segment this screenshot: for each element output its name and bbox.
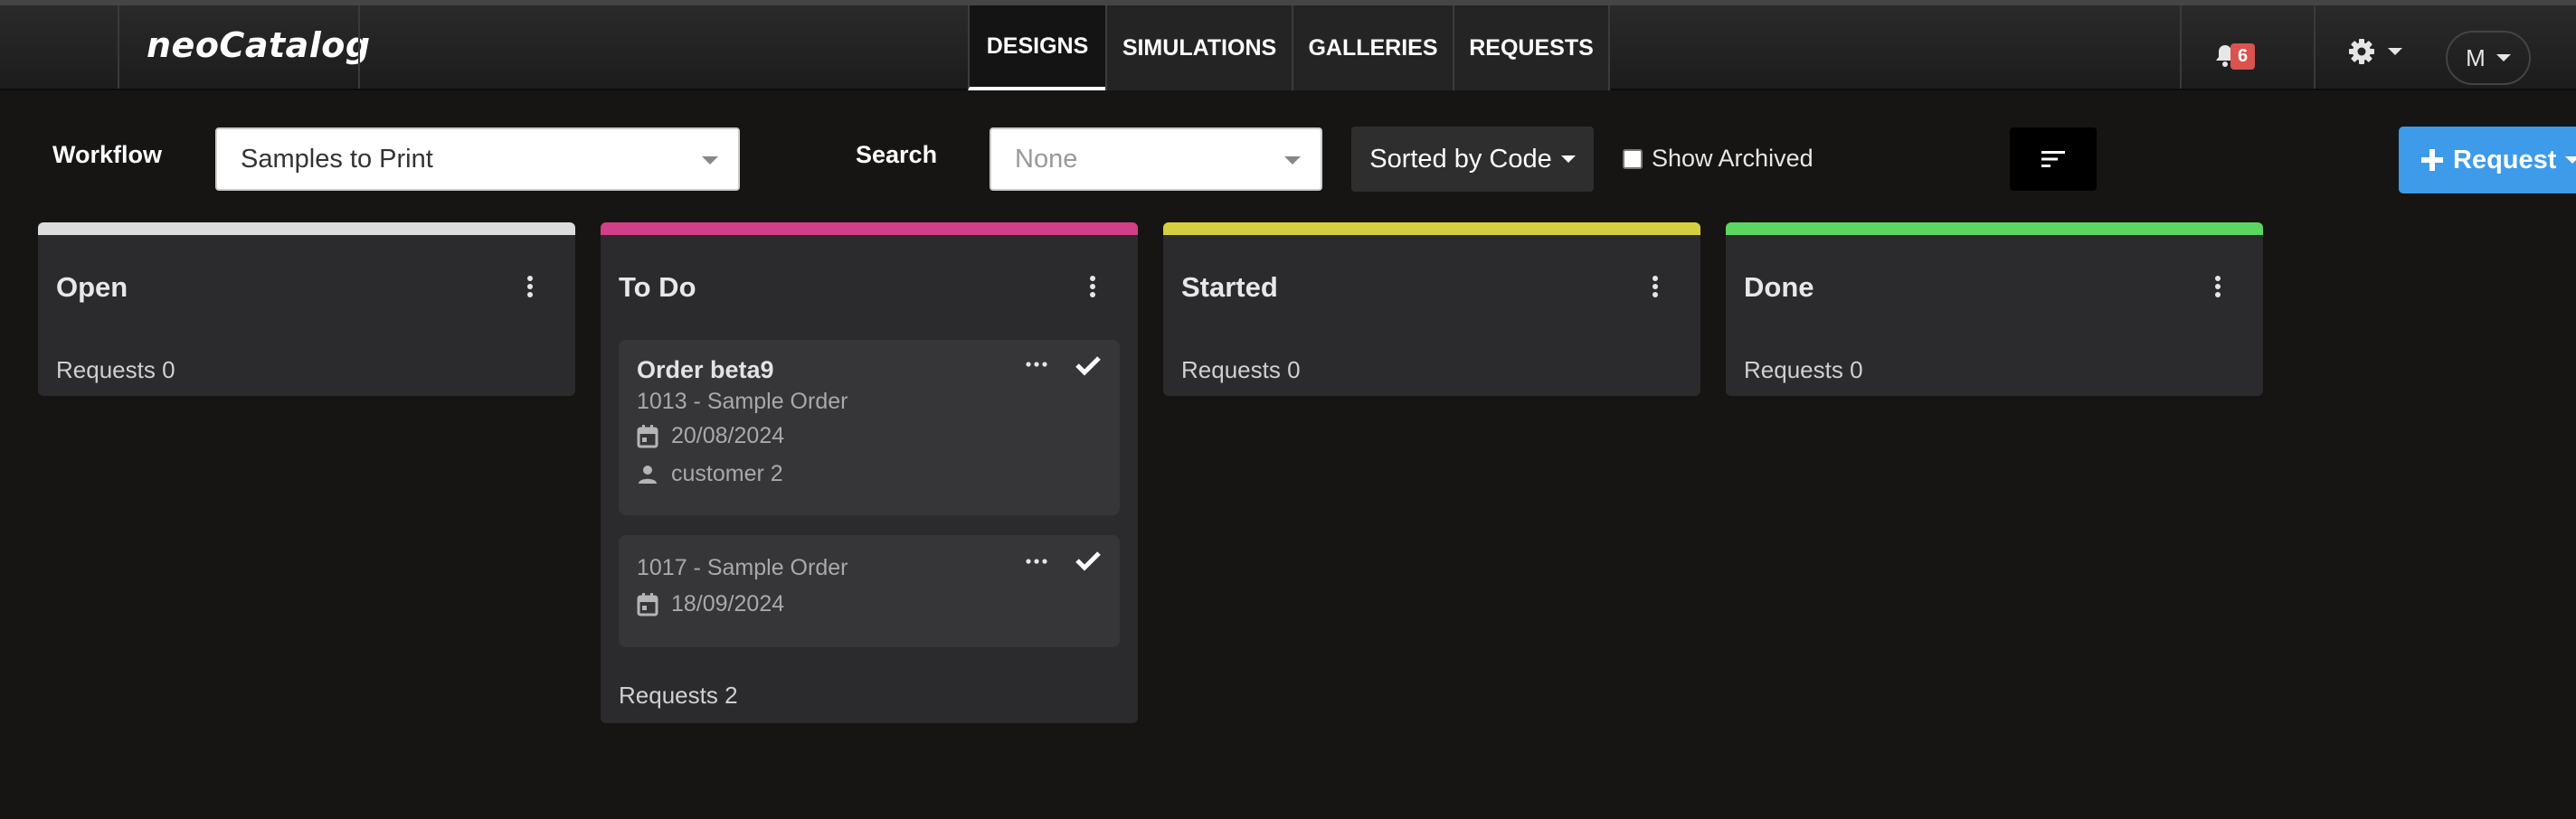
app-logo[interactable]: neoCatalog xyxy=(147,25,371,65)
more-vertical-icon[interactable] xyxy=(1652,275,1659,298)
add-request-button[interactable]: Request xyxy=(2399,127,2576,193)
nav-divider xyxy=(2180,5,2182,89)
column-color-bar xyxy=(601,222,1138,235)
column-request-count: Requests 0 xyxy=(1744,356,1863,383)
workflow-select[interactable]: Samples to Print xyxy=(215,127,740,191)
kanban-column-done: Done Requests 0 xyxy=(1726,222,2263,396)
kanban-column-todo: To Do Order beta9 1013 - Sample Order 20… xyxy=(601,222,1138,723)
request-card[interactable]: Order beta9 1013 - Sample Order 20/08/20… xyxy=(619,340,1120,515)
card-order-code: 1017 - Sample Order xyxy=(637,555,848,580)
search-select-value: None xyxy=(1015,144,1078,174)
column-request-count: Requests 2 xyxy=(619,682,738,709)
card-customer-row: customer 2 xyxy=(637,461,783,487)
card-title: Order beta9 xyxy=(637,356,774,383)
plus-icon xyxy=(2421,149,2443,171)
tab-label: SIMULATIONS xyxy=(1122,34,1277,61)
check-icon[interactable] xyxy=(1075,354,1102,376)
column-title: Started xyxy=(1181,271,1278,303)
card-date: 18/09/2024 xyxy=(671,591,785,617)
tab-label: REQUESTS xyxy=(1469,34,1594,61)
search-label: Search xyxy=(856,141,938,168)
tab-simulations[interactable]: SIMULATIONS xyxy=(1105,5,1292,90)
sort-dropdown-button[interactable]: Sorted by Code xyxy=(1351,127,1594,192)
chevron-down-icon xyxy=(702,156,718,165)
card-date: 20/08/2024 xyxy=(671,423,785,448)
column-color-bar xyxy=(38,222,575,235)
tab-requests[interactable]: REQUESTS xyxy=(1453,5,1610,90)
column-title: Open xyxy=(56,271,128,303)
workflow-select-value: Samples to Print xyxy=(241,144,433,174)
card-subtitle: 1017 - Sample Order xyxy=(637,555,848,581)
column-title: Done xyxy=(1744,271,1814,303)
column-title: To Do xyxy=(619,271,696,303)
notification-count-badge: 6 xyxy=(2230,43,2256,70)
check-icon[interactable] xyxy=(1075,550,1102,571)
tab-galleries[interactable]: GALLERIES xyxy=(1292,5,1453,90)
user-menu-button[interactable]: M xyxy=(2446,31,2531,85)
show-archived-checkbox[interactable] xyxy=(1623,148,1643,169)
kanban-column-started: Started Requests 0 xyxy=(1163,222,1700,396)
chevron-down-icon xyxy=(2496,54,2511,61)
card-order-code: 1013 - Sample Order xyxy=(637,389,848,414)
chevron-down-icon xyxy=(2388,48,2402,55)
chevron-down-icon xyxy=(1284,156,1301,165)
more-vertical-icon[interactable] xyxy=(2214,275,2221,298)
nav-divider xyxy=(118,5,119,89)
card-customer: customer 2 xyxy=(671,461,783,486)
more-horizontal-icon[interactable] xyxy=(1026,559,1047,564)
calendar-icon xyxy=(637,424,658,447)
person-icon xyxy=(639,465,657,484)
column-color-bar xyxy=(1163,222,1700,235)
notifications-button[interactable]: 6 xyxy=(2214,40,2256,70)
column-request-count: Requests 0 xyxy=(56,356,175,383)
workflow-label: Workflow xyxy=(52,141,162,168)
card-subtitle: 1013 - Sample Order xyxy=(637,389,848,415)
chevron-down-icon xyxy=(1560,155,1576,163)
avatar-initial: M xyxy=(2466,43,2486,71)
card-date-row: 20/08/2024 xyxy=(637,423,784,449)
tab-label: GALLERIES xyxy=(1308,34,1438,61)
show-archived-label: Show Archived xyxy=(1652,145,1814,172)
gear-icon xyxy=(2349,39,2374,64)
tab-designs[interactable]: DESIGNS xyxy=(968,5,1105,90)
more-vertical-icon[interactable] xyxy=(526,275,534,298)
top-navbar: neoCatalog DESIGNS SIMULATIONS GALLERIES… xyxy=(0,0,2576,90)
tab-label: DESIGNS xyxy=(986,33,1089,59)
show-archived-toggle[interactable]: Show Archived xyxy=(1623,145,1814,173)
nav-divider xyxy=(2314,5,2316,89)
filter-button[interactable] xyxy=(2010,127,2097,191)
column-color-bar xyxy=(1726,222,2263,235)
more-horizontal-icon[interactable] xyxy=(1026,362,1047,367)
column-request-count: Requests 0 xyxy=(1181,356,1301,383)
request-card[interactable]: 1017 - Sample Order 18/09/2024 xyxy=(619,535,1120,647)
settings-menu-button[interactable] xyxy=(2348,38,2402,65)
chevron-down-icon xyxy=(2565,156,2576,164)
card-date-row: 18/09/2024 xyxy=(637,591,784,617)
more-vertical-icon[interactable] xyxy=(1089,275,1096,298)
filter-list-icon xyxy=(2041,151,2065,167)
search-select[interactable]: None xyxy=(990,127,1322,191)
calendar-icon xyxy=(637,592,658,616)
kanban-column-open: Open Requests 0 xyxy=(38,222,575,396)
request-button-label: Request xyxy=(2453,145,2557,174)
sort-button-label: Sorted by Code xyxy=(1369,144,1552,174)
nav-divider xyxy=(358,5,360,89)
